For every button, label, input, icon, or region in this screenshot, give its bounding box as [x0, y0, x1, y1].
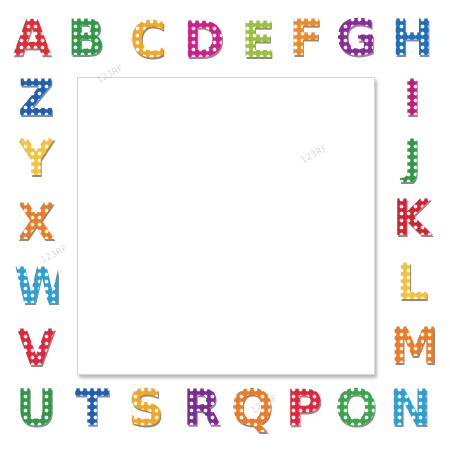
- letter-s: S: [124, 383, 168, 433]
- letter-o: O: [334, 379, 378, 437]
- letter-v: V: [14, 323, 58, 373]
- letter-m: M: [390, 317, 440, 375]
- letter-x: X: [14, 197, 58, 247]
- letter-k: K: [390, 193, 434, 243]
- letter-n: N: [389, 379, 431, 437]
- letter-y: Y: [14, 133, 58, 183]
- letter-i: I: [390, 73, 434, 123]
- letter-e: E: [236, 15, 280, 65]
- letter-t: T: [70, 383, 114, 433]
- alphabet-border-frame: A B C D E F G H I J K L M N O P Q R S T …: [0, 0, 450, 450]
- letter-j: J: [390, 133, 434, 183]
- letter-a: A: [10, 13, 54, 63]
- letter-r: R: [180, 383, 224, 433]
- letter-p: P: [282, 383, 326, 433]
- blank-center-panel: [77, 77, 375, 375]
- letter-h: H: [391, 9, 433, 67]
- letter-d: D: [183, 11, 225, 69]
- letter-w: W: [14, 257, 70, 315]
- letter-b: B: [64, 13, 108, 63]
- letter-z: Z: [14, 73, 58, 123]
- letter-c: C: [126, 15, 170, 65]
- letter-q: Q: [230, 379, 274, 437]
- letter-g: G: [335, 9, 377, 67]
- letter-u: U: [15, 379, 57, 437]
- letter-f: F: [284, 13, 328, 63]
- letter-l: L: [390, 257, 434, 307]
